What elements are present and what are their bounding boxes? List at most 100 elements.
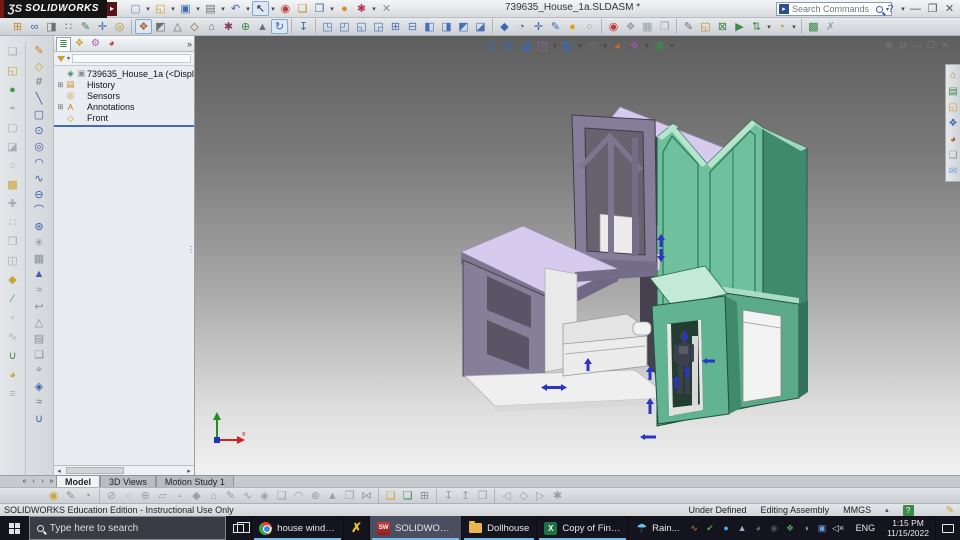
dropdown-arrow[interactable]: ▾ (269, 1, 277, 16)
configurationmanager-tab[interactable]: ⚙ (88, 37, 103, 51)
design-library-icon[interactable]: ▤ (947, 83, 960, 99)
tool-icon[interactable]: ⊘ (103, 489, 120, 503)
tool-icon[interactable]: ▫ (4, 308, 21, 327)
filter-field[interactable] (72, 54, 191, 63)
displaymanager-tab[interactable]: ◕ (104, 37, 119, 51)
pane-right-icon[interactable]: ⊟ (896, 38, 910, 53)
settings-icon[interactable]: ◕ (751, 523, 766, 533)
tag-icon[interactable]: ✎ (946, 505, 954, 516)
key-icon[interactable]: ◇ (515, 489, 532, 503)
restore-icon[interactable]: ❐ (924, 1, 941, 16)
smart-fasteners-icon[interactable]: ✎ (77, 19, 94, 34)
app-dot-icon[interactable]: ◉ (767, 523, 782, 534)
expand-toggle-icon[interactable]: ⊞ (56, 103, 65, 111)
notification-center-button[interactable] (935, 516, 960, 540)
tree-item-front-plane[interactable]: ◇ Front (54, 113, 194, 124)
tool-icon[interactable]: ◓ (4, 99, 21, 118)
tool-icon[interactable]: ❐ (341, 489, 358, 503)
pane-left-icon[interactable]: ⊞ (882, 38, 896, 53)
security-check-icon[interactable]: ✔ (703, 523, 718, 534)
appearances-scenes-icon[interactable]: ◕ (947, 131, 960, 147)
tool-icon[interactable]: ◠ (290, 489, 307, 503)
new-motion-study-icon[interactable]: △ (169, 19, 186, 34)
app-logo[interactable]: ƷS SOLIDWORKS (4, 0, 107, 18)
menu-expand-icon[interactable]: ▸ (106, 1, 117, 16)
start-button[interactable] (0, 516, 29, 540)
appearance-ball-icon[interactable]: ● (564, 19, 581, 34)
view-palette-icon[interactable]: ❖ (947, 115, 960, 131)
save-icon[interactable]: ▣ (177, 1, 194, 16)
sort-up-icon[interactable]: ↥ (457, 489, 474, 503)
tab-model[interactable]: Model (56, 475, 100, 487)
expand-toggle-icon[interactable]: ⊞ (56, 81, 65, 89)
moon-icon[interactable]: ◑ (799, 523, 814, 533)
sketch-icon[interactable]: ✎ (680, 19, 697, 34)
zoom-icon[interactable]: ◔ (513, 19, 530, 34)
view-cube-icon[interactable]: ◲ (370, 19, 387, 34)
volume-muted-icon[interactable]: ◁× (831, 523, 846, 534)
pan-icon[interactable]: ✛ (530, 19, 547, 34)
minimize-doc-icon[interactable]: — (910, 38, 924, 53)
dropdown-arrow[interactable]: ▾ (144, 1, 152, 16)
window-pane-icon[interactable]: ❐ (656, 19, 673, 34)
tool-icon[interactable]: ❏ (4, 42, 21, 61)
slot-icon[interactable]: ⊙ (31, 122, 48, 138)
drive-icon[interactable]: ▲ (735, 523, 750, 533)
file-explorer-icon[interactable]: ◱ (947, 99, 960, 115)
tool-icon[interactable]: ∕ (4, 289, 21, 308)
section-view-icon[interactable]: ◪ (517, 38, 534, 53)
sheet-icon[interactable]: ❏ (31, 346, 48, 362)
next-icon[interactable]: ▷ (532, 489, 549, 503)
tool-icon[interactable]: ❐ (4, 232, 21, 251)
options-icon[interactable]: ✱ (353, 1, 370, 16)
appearance-icon[interactable]: ● (336, 1, 353, 16)
tool-icon[interactable]: ◆ (188, 489, 205, 503)
tab-3d-views[interactable]: 3D Views (100, 475, 156, 487)
language-indicator[interactable]: ENG (850, 516, 882, 540)
help-icon[interactable]: ? (882, 1, 899, 16)
featuremanager-tab[interactable]: ≣ (56, 36, 71, 51)
home-icon[interactable]: ⌂ (947, 67, 960, 83)
view-cube-icon[interactable]: ◨ (438, 19, 455, 34)
view-cube-icon[interactable]: ◱ (353, 19, 370, 34)
dropdown-arrow[interactable]: ▾ (328, 1, 336, 16)
panel-splitter-handle[interactable]: ⋮ (187, 246, 195, 254)
custom-properties-icon[interactable]: ❏ (947, 147, 960, 163)
view-settings-icon[interactable]: ▣ (651, 38, 668, 53)
onedrive-icon[interactable]: ● (719, 523, 734, 533)
dropdown-arrow[interactable]: ▾ (601, 38, 609, 53)
print-icon[interactable]: ▤ (202, 1, 219, 16)
wireframe-icon[interactable]: ◆ (496, 19, 513, 34)
dimension-icon[interactable]: # (31, 74, 48, 90)
dropdown-arrow[interactable]: ▾ (899, 1, 907, 16)
tool-icon[interactable]: ◉ (45, 489, 62, 503)
asterisk-icon[interactable]: ✳ (31, 234, 48, 250)
close-doc-icon[interactable]: ✕ (938, 38, 952, 53)
tool-icon[interactable]: ◌ (120, 489, 137, 503)
ellipse-icon[interactable]: ⊖ (31, 186, 48, 202)
dropdown-arrow[interactable]: ▾ (219, 1, 227, 16)
model-3d-view[interactable]: x (195, 36, 957, 475)
tool-icon[interactable]: ◕ (4, 365, 21, 384)
component-preview-icon[interactable]: ◨ (43, 19, 60, 34)
show-hidden-icon[interactable]: ◎ (111, 19, 128, 34)
pinwheel-icon[interactable]: ❖ (783, 523, 798, 534)
scroll-left-icon[interactable]: ◂ (54, 467, 64, 475)
view-cube-icon[interactable]: ◩ (455, 19, 472, 34)
zoom-area-icon[interactable]: ⊞ (500, 38, 517, 53)
bill-of-materials-icon[interactable]: ◇ (186, 19, 203, 34)
forum-icon[interactable]: ✉ (947, 163, 960, 179)
taskbar-app-x[interactable]: ✗ (343, 516, 369, 540)
taskbar-app-dollhouse-folder[interactable]: Dollhouse (461, 516, 536, 540)
assembly-features-icon[interactable]: ❖ (135, 19, 152, 34)
view-cube-icon[interactable]: ⊞ (387, 19, 404, 34)
tree-item-history[interactable]: ⊞ ▤ History (54, 79, 194, 90)
folder-green-icon[interactable]: ❏ (399, 489, 416, 503)
folder-gold-icon[interactable]: ❏ (382, 489, 399, 503)
play-icon[interactable]: ▶ (731, 19, 748, 34)
pointer-icon[interactable]: ⌖ (31, 362, 48, 378)
dropdown-arrow[interactable]: ▾ (668, 38, 676, 53)
taskbar-app-excel[interactable]: X Copy of FindingS... (536, 516, 628, 540)
tool-icon[interactable]: ⊗ (307, 489, 324, 503)
roof-frame-tower[interactable] (571, 114, 658, 272)
